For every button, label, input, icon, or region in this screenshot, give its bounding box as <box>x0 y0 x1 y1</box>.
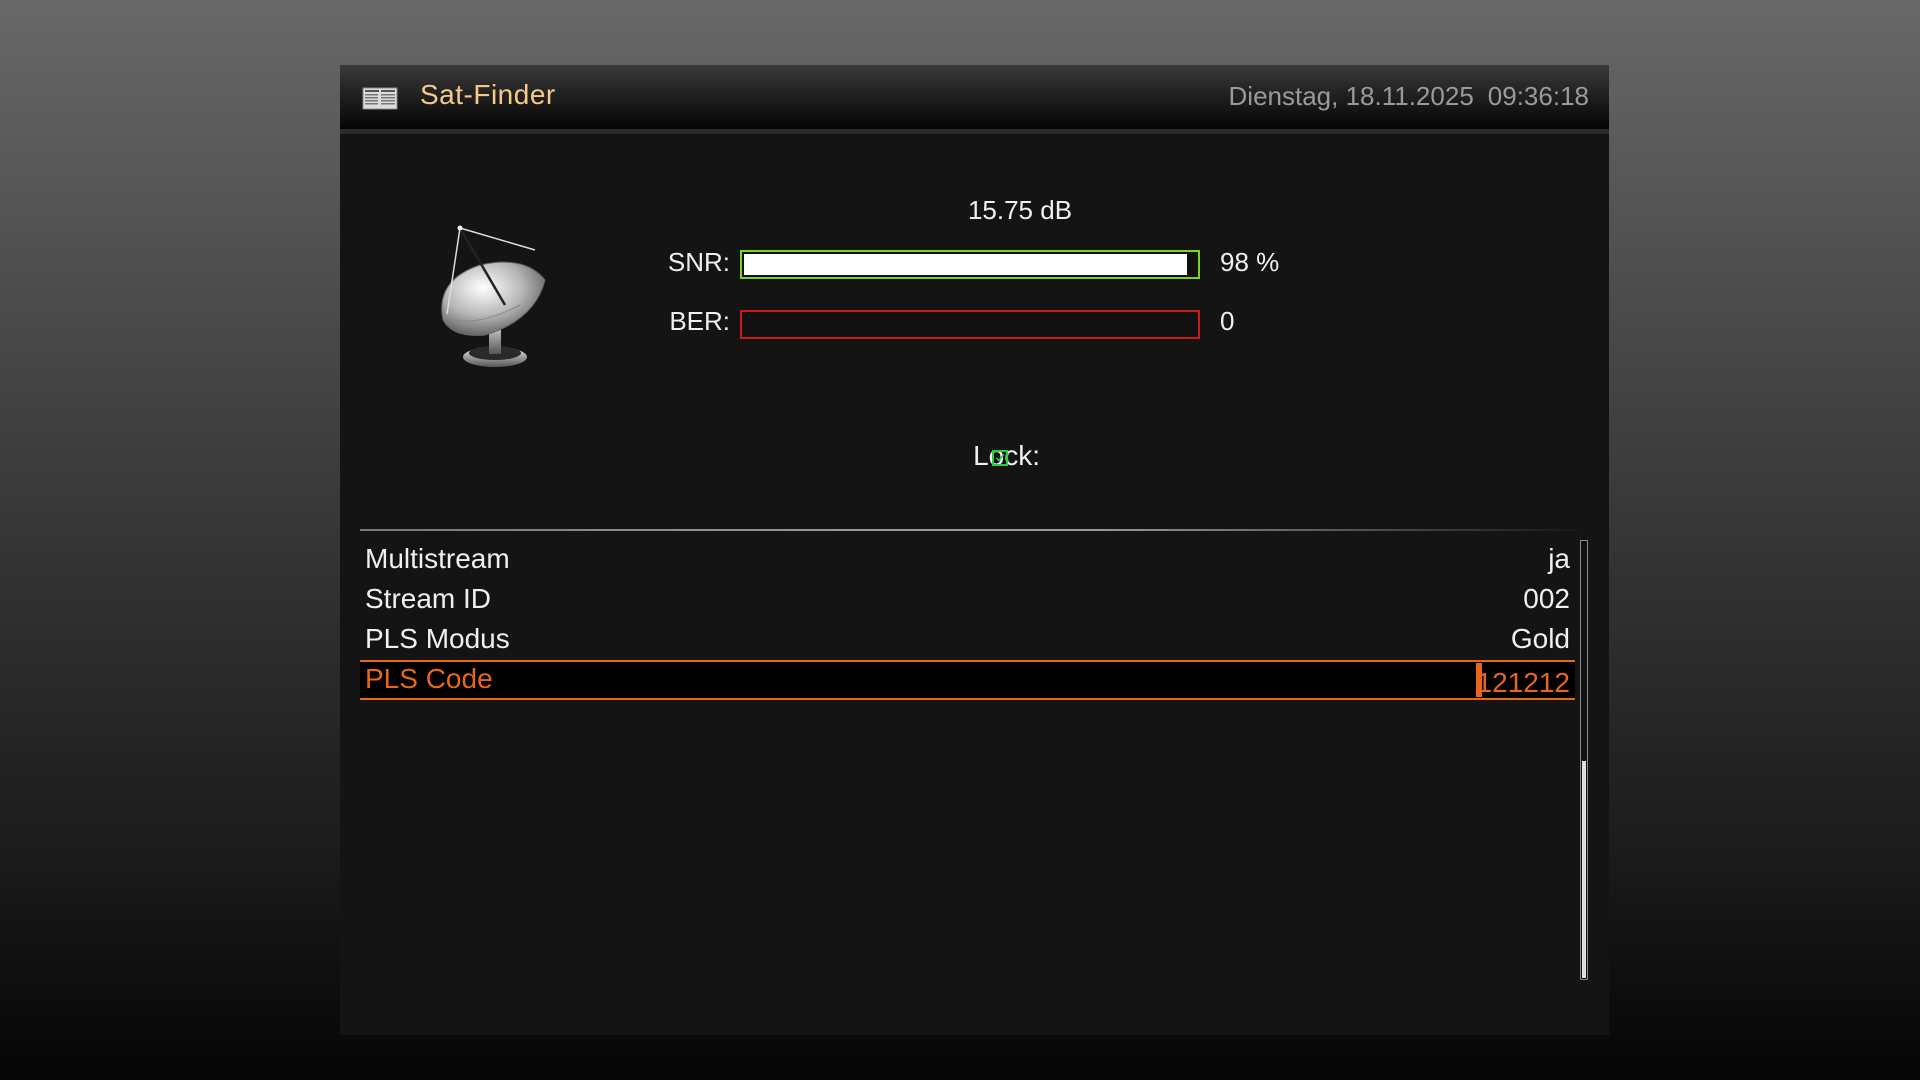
scrollbar-thumb[interactable] <box>1582 761 1586 978</box>
snr-label: SNR: <box>667 247 730 277</box>
list-item-value: 002 <box>1523 583 1570 614</box>
scrollbar[interactable] <box>1580 540 1588 980</box>
list-item-label: PLS Code <box>365 663 493 694</box>
list-item-value: Gold <box>1510 623 1570 654</box>
pls-code-value: 21212 <box>1492 667 1570 698</box>
ber-label: BER: <box>669 306 730 336</box>
clock: Dienstag, 18.11.2025 09:36:18 <box>1229 81 1589 112</box>
list-item-label: Multistream <box>365 543 510 574</box>
signal-db-value: 15.75 dB <box>967 195 1073 225</box>
snr-bar <box>740 250 1200 279</box>
divider <box>360 529 1590 531</box>
menu-book-icon <box>362 87 398 110</box>
satellite-dish-icon <box>441 225 546 367</box>
list-item-label: PLS Modus <box>365 623 510 654</box>
list-item-value: ja <box>1548 543 1570 574</box>
list-item-multistream[interactable]: Multistream ja <box>360 540 1575 580</box>
clock-date: Dienstag, 18.11.2025 <box>1228 81 1474 111</box>
list-item-stream-id[interactable]: Stream ID 002 <box>360 580 1575 620</box>
list-item-pls-modus[interactable]: PLS Modus Gold <box>360 620 1575 660</box>
list-item-pls-code[interactable]: PLS Code 121212 <box>360 660 1575 700</box>
pls-code-input[interactable]: 121212 <box>1475 663 1570 699</box>
page-title: Sat-Finder <box>420 79 556 110</box>
list-item-label: Stream ID <box>365 583 492 614</box>
snr-bar-fill <box>744 254 1187 275</box>
settings-list: Multistream ja Stream ID 002 PLS Modus G… <box>360 540 1575 700</box>
ber-value: 0 <box>1220 306 1235 336</box>
title-bar: Sat-Finder Dienstag, 18.11.2025 09:36:18 <box>340 65 1609 134</box>
sat-finder-window: Sat-Finder Dienstag, 18.11.2025 09:36:18 … <box>340 65 1609 1035</box>
pls-code-cursor-digit: 1 <box>1476 667 1493 698</box>
snr-value: 98 % <box>1220 247 1280 277</box>
clock-time: 09:36:18 <box>1487 81 1589 111</box>
ber-bar <box>740 310 1200 339</box>
lock-checkbox-icon <box>992 450 1008 466</box>
lock-label: Lock: <box>973 440 1040 471</box>
